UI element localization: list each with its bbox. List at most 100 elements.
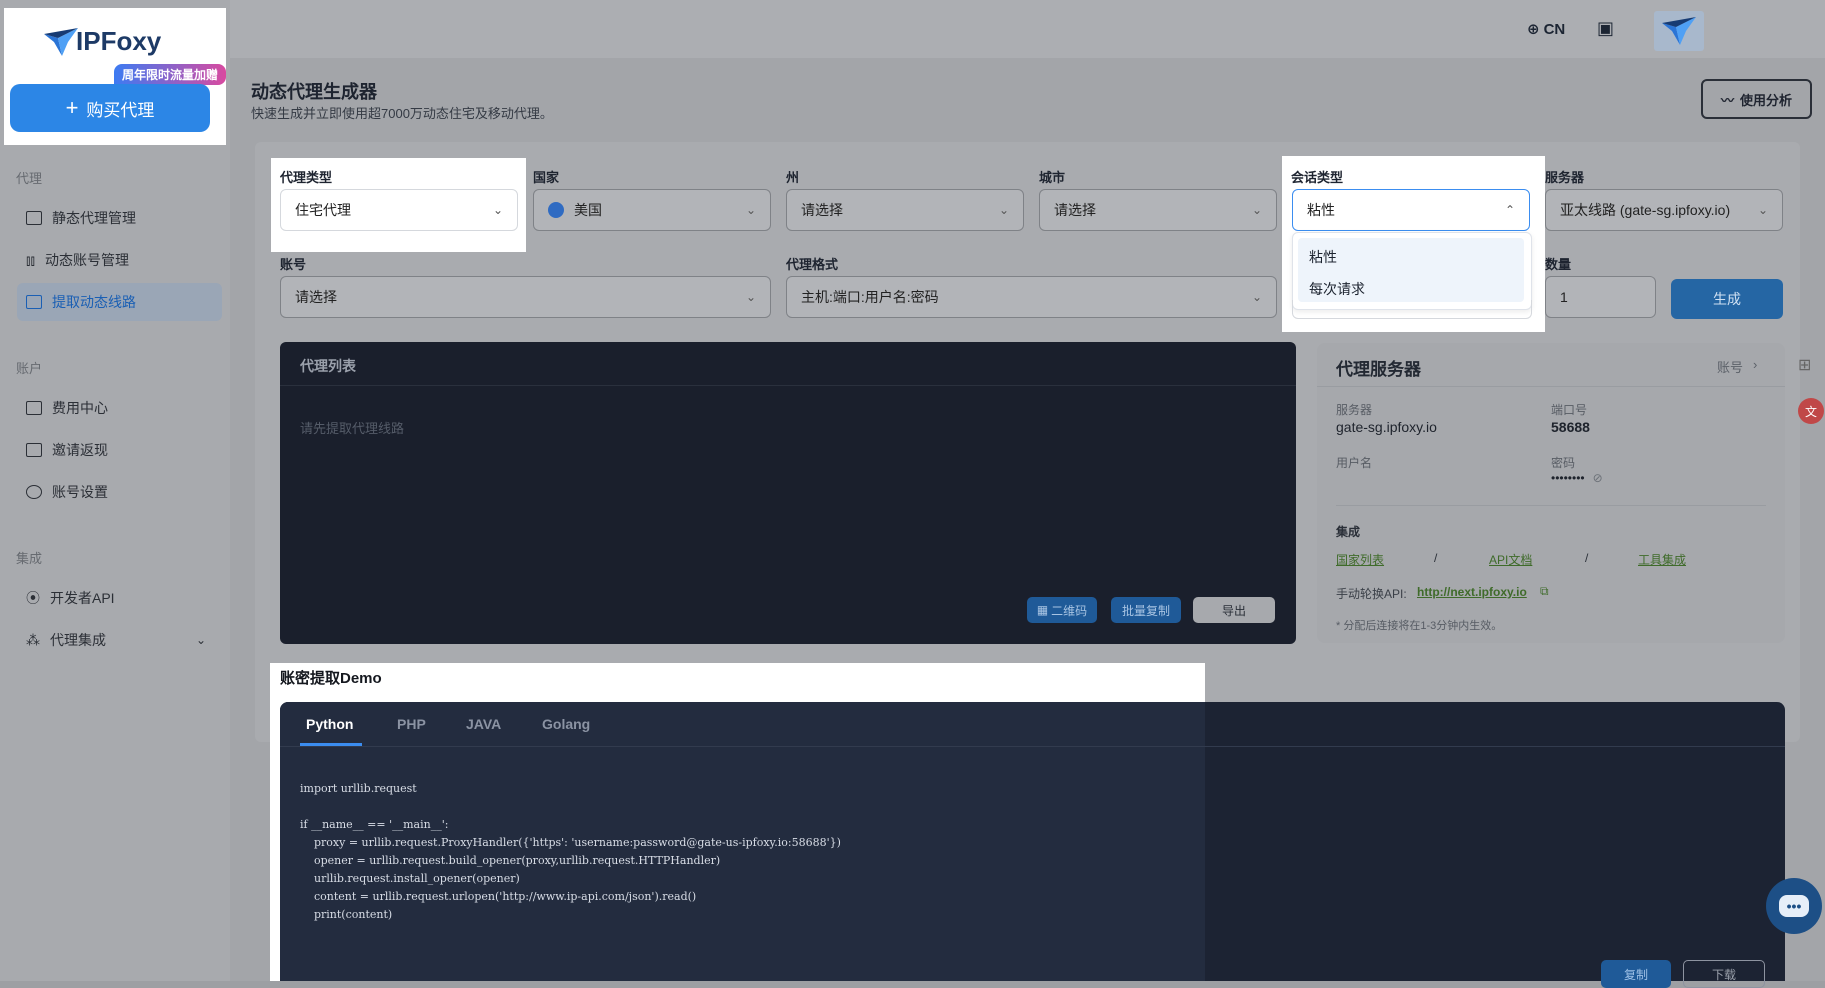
dollar-icon: [26, 443, 42, 457]
format-select[interactable]: 主机:端口:用户名:密码 ⌄: [786, 276, 1277, 318]
nodes-icon: ⁂: [26, 631, 40, 648]
sidebar-item-billing[interactable]: 费用中心: [26, 390, 216, 426]
scan-icon[interactable]: ⊞: [1798, 355, 1825, 385]
grid-icon: ▦: [1036, 603, 1049, 617]
sidebar-item-label: 开发者API: [50, 590, 115, 606]
avatar[interactable]: [1654, 11, 1704, 51]
quantity-label: 数量: [1545, 257, 1572, 272]
sidebar-item-label: 代理集成: [50, 632, 106, 648]
country-select[interactable]: 美国 ⌄: [533, 189, 771, 231]
chevron-up-icon: ⌃: [1504, 203, 1515, 217]
sidebar-item-invite[interactable]: 邀请返现: [26, 432, 216, 468]
sidebar-item-proxy-integration[interactable]: ⁂ 代理集成 ⌄: [26, 622, 216, 658]
manual-rotation-link[interactable]: http://next.ipfoxy.io: [1417, 585, 1527, 599]
chat-icon: •••: [1779, 895, 1809, 917]
server-icon: [26, 295, 42, 309]
tool-integration-link[interactable]: 工具集成: [1638, 551, 1686, 568]
tab-golang[interactable]: Golang: [542, 716, 590, 732]
sidebar-item-dynamic-account[interactable]: ⫾⫾ 动态账号管理: [26, 242, 216, 278]
logo-text: IPFoxy: [76, 26, 162, 56]
flag-icon: [548, 202, 564, 218]
chevron-down-icon: ⌄: [1757, 203, 1768, 217]
download-button[interactable]: 下载: [1683, 960, 1765, 988]
proxy-list-title: 代理列表: [300, 358, 356, 374]
proxy-type-select[interactable]: 住宅代理 ⌄: [280, 189, 518, 231]
buy-proxy-button[interactable]: + 购买代理: [10, 84, 210, 132]
eye-off-icon[interactable]: ⊘: [1593, 471, 1603, 485]
account-link[interactable]: 账号 ›: [1717, 357, 1757, 376]
chevron-right-icon: ›: [1753, 357, 1758, 372]
api-docs-link[interactable]: API文档: [1489, 551, 1532, 568]
tab-python[interactable]: Python: [306, 716, 353, 732]
tab-java[interactable]: JAVA: [466, 716, 501, 732]
city-label: 城市: [1039, 170, 1066, 185]
message-icon[interactable]: ▣: [1597, 18, 1614, 39]
chevron-down-icon: ⌄: [1251, 203, 1262, 217]
sidebar-section-integration: 集成: [16, 551, 43, 566]
generate-button[interactable]: 生成: [1671, 279, 1783, 319]
country-label: 国家: [533, 170, 560, 185]
sidebar-item-label: 账号设置: [52, 484, 108, 500]
buy-proxy-label: 购买代理: [86, 100, 155, 120]
state-select[interactable]: 请选择 ⌄: [786, 189, 1024, 231]
server-select[interactable]: 亚太线路 (gate-sg.ipfoxy.io) ⌄: [1545, 189, 1783, 231]
proxy-type-label: 代理类型: [280, 170, 333, 185]
password-value: ••••••••: [1551, 471, 1585, 485]
account-link-label: 账号: [1717, 360, 1744, 375]
account-label: 账号: [280, 257, 307, 272]
sidebar-item-label: 费用中心: [52, 400, 108, 416]
sidebar-item-label: 邀请返现: [52, 442, 108, 458]
chevron-down-icon: ⌄: [745, 203, 756, 217]
batch-copy-button[interactable]: 批量复制: [1111, 597, 1181, 623]
chart-line-icon: 〰: [1720, 92, 1734, 108]
country-list-link[interactable]: 国家列表: [1336, 551, 1384, 568]
qr-code-label: 二维码: [1051, 603, 1088, 618]
promo-badge: 周年限时流量加赠: [114, 64, 227, 85]
sidebar-section-account: 账户: [16, 361, 43, 376]
broadcast-icon: ⦿: [26, 590, 40, 606]
session-option-per-request[interactable]: 每次请求: [1309, 279, 1365, 299]
session-type-value: 粘性: [1307, 202, 1335, 218]
city-value: 请选择: [1054, 202, 1096, 218]
chevron-down-icon: ⌄: [998, 203, 1009, 217]
usage-analysis-button[interactable]: 〰 使用分析: [1701, 79, 1812, 119]
proxy-list-empty: 请先提取代理线路: [300, 421, 405, 436]
format-value: 主机:端口:用户名:密码: [801, 289, 939, 305]
sidebar-item-extract-dynamic[interactable]: 提取动态线路: [17, 283, 222, 321]
chevron-down-icon: ⌄: [492, 203, 503, 217]
monitor-icon: [26, 211, 42, 225]
language-label: CN: [1543, 20, 1566, 38]
format-label: 代理格式: [786, 257, 839, 272]
demo-title: 账密提取Demo: [280, 670, 382, 687]
tab-php[interactable]: PHP: [397, 716, 426, 732]
translate-icon[interactable]: 文: [1798, 398, 1825, 428]
language-switch[interactable]: ⊕ CN: [1527, 20, 1566, 39]
proxy-type-value: 住宅代理: [295, 202, 351, 218]
divider: [280, 746, 1785, 747]
quantity-input[interactable]: 1: [1545, 276, 1656, 318]
proxy-server-title: 代理服务器: [1336, 360, 1421, 379]
account-select[interactable]: 请选择 ⌄: [280, 276, 771, 318]
copy-code-button[interactable]: 复制: [1601, 960, 1671, 988]
quantity-value: 1: [1560, 289, 1568, 305]
divider: [280, 385, 1296, 386]
sidebar-item-static-proxy[interactable]: 静态代理管理: [26, 200, 216, 236]
chat-support-button[interactable]: •••: [1766, 878, 1822, 934]
code-snippet: import urllib.request if __name__ == '__…: [300, 782, 841, 921]
plus-icon: +: [65, 95, 79, 120]
session-option-sticky[interactable]: 粘性: [1309, 247, 1337, 267]
qr-code-button[interactable]: ▦ 二维码: [1027, 597, 1097, 623]
chevron-down-icon: ⌄: [745, 290, 756, 304]
export-button[interactable]: 导出: [1193, 597, 1275, 623]
city-select[interactable]: 请选择 ⌄: [1039, 189, 1277, 231]
country-value: 美国: [574, 202, 602, 218]
session-dropdown-edge: [1292, 300, 1532, 319]
sidebar-item-label: 提取动态线路: [52, 294, 136, 310]
copy-icon[interactable]: ⧉: [1540, 584, 1549, 599]
state-value: 请选择: [801, 202, 843, 218]
session-type-select[interactable]: 粘性 ⌃: [1292, 189, 1530, 231]
usage-analysis-label: 使用分析: [1740, 92, 1793, 108]
sidebar-item-developer-api[interactable]: ⦿ 开发者API: [26, 580, 216, 616]
separator: /: [1585, 551, 1589, 565]
sidebar-item-account-settings[interactable]: 账号设置: [26, 474, 216, 510]
